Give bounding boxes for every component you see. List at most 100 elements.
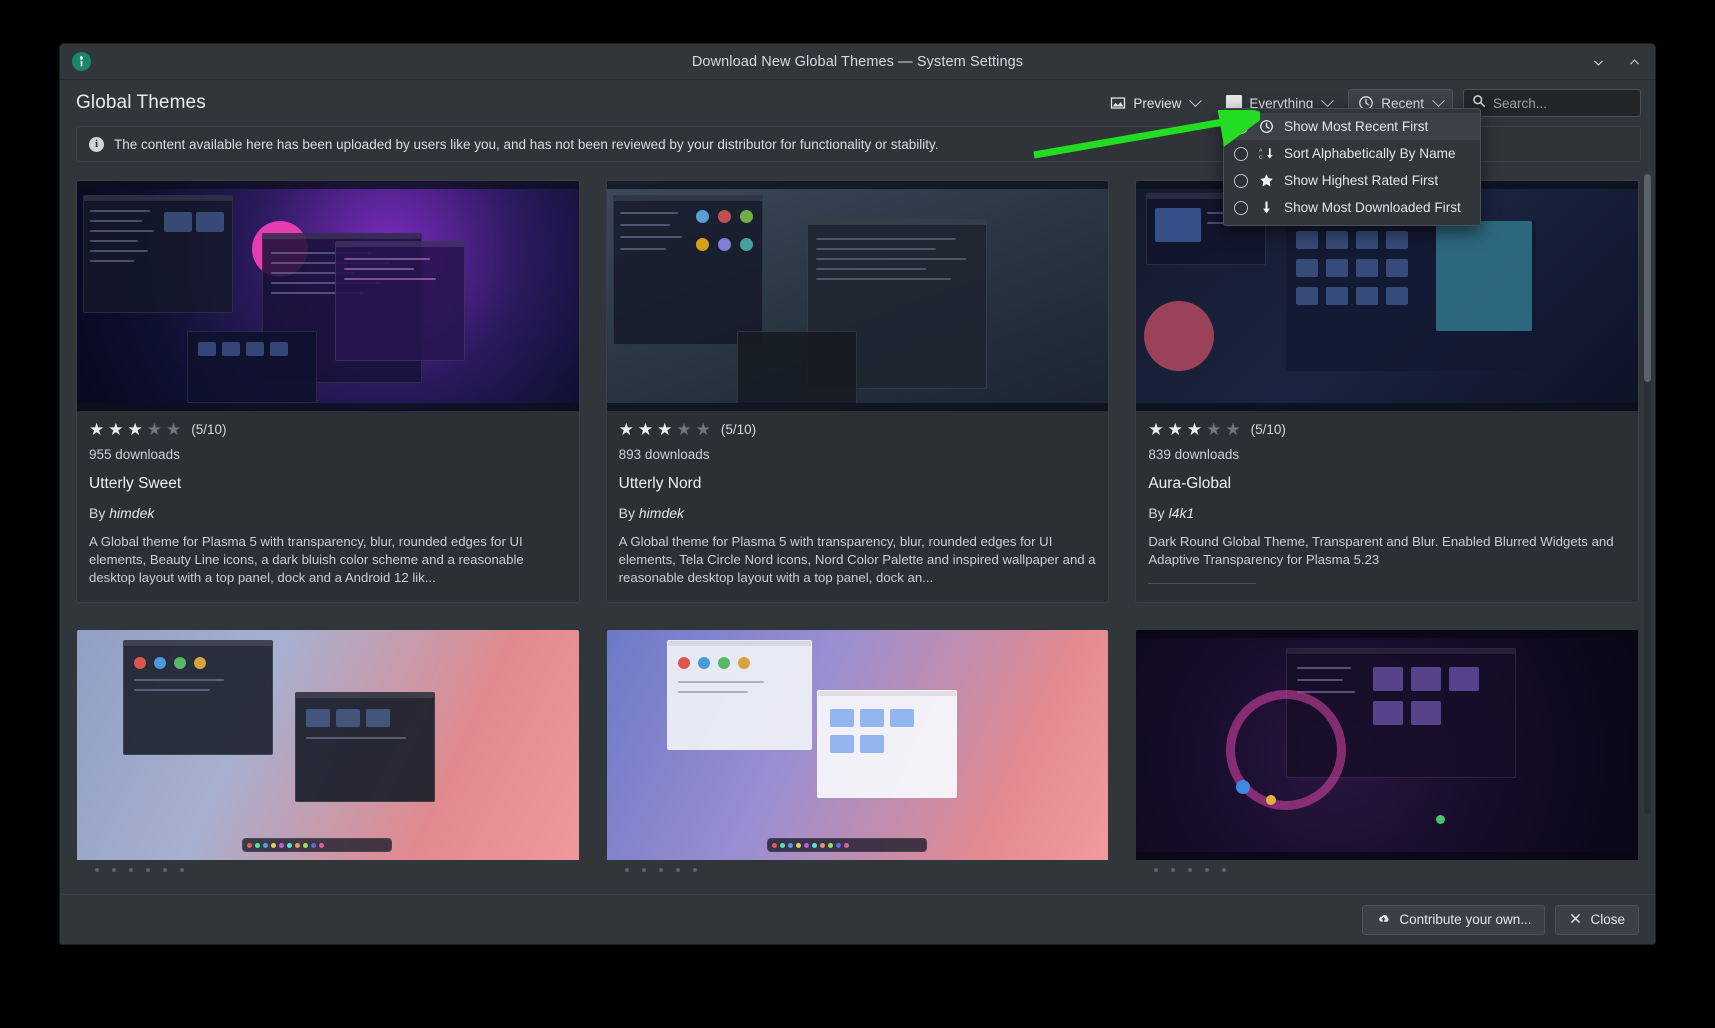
pagination-dot[interactable] — [1171, 868, 1176, 873]
menu-item-label: Show Most Downloaded First — [1284, 200, 1461, 215]
themes-scroll-area[interactable]: ★ ★ ★ ★ ★ (5/10) 955 downloads Utterly S… — [60, 162, 1655, 894]
star-icon: ★ — [657, 420, 673, 439]
pagination-dot[interactable] — [675, 868, 680, 873]
scrollbar-thumb[interactable] — [1644, 174, 1651, 382]
theme-thumbnail[interactable] — [77, 181, 579, 411]
radio-button[interactable] — [1234, 119, 1248, 134]
chevron-down-icon — [1432, 93, 1445, 107]
pagination-dot[interactable] — [658, 868, 663, 873]
preview-pagination-dots[interactable] — [1136, 860, 1638, 873]
pagination-dot[interactable] — [95, 868, 99, 873]
theme-thumbnail[interactable] — [606, 181, 1109, 411]
divider — [1148, 582, 1257, 584]
menu-item-label: Show Highest Rated First — [1284, 173, 1439, 188]
theme-description: Dark Round Global Theme, Transparent and… — [1148, 534, 1614, 567]
star-icon: ★ — [676, 420, 692, 439]
theme-card-body: ★ ★ ★ ★ ★ (5/10) 893 downloads Utterly N… — [607, 411, 1109, 602]
title-bar: Download New Global Themes — System Sett… — [60, 44, 1655, 80]
pagination-dot[interactable] — [624, 868, 629, 873]
info-icon: i — [89, 136, 104, 152]
vertical-scrollbar[interactable] — [1644, 174, 1651, 814]
star-icon: ★ — [1148, 420, 1164, 439]
menu-item-show-highest-rated-first[interactable]: Show Highest Rated First — [1224, 167, 1480, 194]
page-title: Global Themes — [76, 92, 206, 113]
downloads-count: 839 downloads — [1148, 447, 1240, 462]
star-icon: ★ — [166, 420, 182, 439]
contribute-button[interactable]: Contribute your own... — [1362, 904, 1546, 935]
author-prefix: By — [618, 505, 635, 521]
star-icon: ★ — [1167, 420, 1183, 439]
search-field[interactable] — [1463, 89, 1655, 117]
downloads-count: 955 downloads — [89, 447, 180, 462]
pagination-dot[interactable] — [163, 868, 167, 873]
cloud-upload-icon — [1376, 911, 1391, 929]
theme-author: By himdek — [89, 505, 567, 521]
preview-mode-button[interactable]: Preview — [1100, 89, 1210, 117]
screen: Download New Global Themes — System Sett… — [0, 0, 1715, 1028]
pagination-dot[interactable] — [112, 868, 116, 873]
close-icon — [1569, 912, 1582, 928]
menu-item-show-most-recent-first[interactable]: Show Most Recent First — [1224, 113, 1480, 140]
close-label: Close — [1590, 912, 1625, 927]
theme-title: Aura-Global — [1148, 475, 1232, 492]
pagination-dot[interactable] — [146, 868, 150, 873]
preview-mode-label: Preview — [1133, 95, 1182, 111]
star-icon: ★ — [637, 420, 654, 439]
window-controls — [1587, 44, 1645, 80]
download-arrow-icon — [1258, 200, 1274, 216]
star-icon: ★ — [695, 420, 711, 439]
clock-icon — [1258, 119, 1274, 135]
theme-card[interactable] — [76, 629, 580, 873]
menu-item-sort-alphabetically-by-name[interactable]: A C Sort Alphabetically By Name — [1224, 140, 1480, 167]
chevron-down-icon — [1321, 93, 1335, 107]
theme-thumbnail[interactable] — [77, 630, 579, 861]
radio-button[interactable] — [1234, 173, 1248, 188]
author-prefix: By — [1148, 505, 1165, 521]
theme-title: Utterly Sweet — [89, 475, 182, 492]
menu-item-show-most-downloaded-first[interactable]: Show Most Downloaded First — [1224, 194, 1480, 221]
search-input[interactable] — [1493, 95, 1655, 111]
rating-stars: ★ ★ ★ ★ ★ (5/10) — [619, 421, 1097, 438]
author-name: himdek — [109, 505, 155, 521]
chevron-down-icon — [1189, 93, 1203, 107]
theme-card[interactable] — [1135, 629, 1639, 873]
theme-description: A Global theme for Plasma 5 with transpa… — [618, 534, 1096, 585]
pagination-dot[interactable] — [1222, 868, 1227, 873]
star-icon: ★ — [89, 420, 105, 439]
radio-button[interactable] — [1234, 200, 1248, 215]
theme-description: A Global theme for Plasma 5 with transpa… — [89, 534, 524, 585]
star-icon: ★ — [146, 420, 162, 439]
theme-thumbnail[interactable] — [1136, 630, 1638, 861]
preview-pagination-dots[interactable] — [77, 860, 579, 873]
theme-card[interactable]: ★ ★ ★ ★ ★ (5/10) 839 downloads Aura-Glob… — [1135, 180, 1639, 604]
radio-button[interactable] — [1234, 146, 1248, 161]
sort-alpha-icon: A C — [1258, 146, 1274, 162]
theme-thumbnail[interactable] — [606, 630, 1109, 861]
plasma-wrench-icon — [72, 52, 91, 71]
pagination-dot[interactable] — [1205, 868, 1210, 873]
theme-card-body: ★ ★ ★ ★ ★ (5/10) 839 downloads Aura-Glob… — [1136, 411, 1638, 600]
pagination-dot[interactable] — [180, 868, 184, 873]
star-icon: ★ — [1206, 420, 1222, 439]
pagination-dot[interactable] — [129, 868, 133, 873]
theme-card[interactable] — [606, 629, 1110, 873]
theme-card[interactable]: ★ ★ ★ ★ ★ (5/10) 893 downloads Utterly N… — [605, 180, 1110, 604]
minimize-button[interactable] — [1587, 51, 1609, 73]
star-icon: ★ — [1186, 420, 1203, 439]
preview-pagination-dots[interactable] — [607, 860, 1109, 873]
pagination-dot[interactable] — [692, 868, 697, 873]
themes-grid: ★ ★ ★ ★ ★ (5/10) 955 downloads Utterly S… — [76, 180, 1639, 873]
star-icon — [1258, 173, 1274, 189]
svg-text:C: C — [1259, 155, 1263, 161]
close-button[interactable]: Close — [1555, 904, 1639, 935]
footer-bar: Contribute your own... Close — [60, 894, 1655, 944]
contribute-label: Contribute your own... — [1399, 912, 1532, 927]
pagination-dot[interactable] — [641, 868, 646, 873]
downloads-count: 893 downloads — [618, 447, 710, 462]
pagination-dot[interactable] — [1188, 868, 1193, 873]
rating-stars: ★ ★ ★ ★ ★ (5/10) — [89, 421, 567, 438]
maximize-button[interactable] — [1623, 51, 1645, 73]
pagination-dot[interactable] — [1154, 868, 1159, 873]
theme-card[interactable]: ★ ★ ★ ★ ★ (5/10) 955 downloads Utterly S… — [76, 180, 580, 604]
sort-order-menu[interactable]: Show Most Recent First A C Sort Alphabet… — [1223, 108, 1481, 226]
